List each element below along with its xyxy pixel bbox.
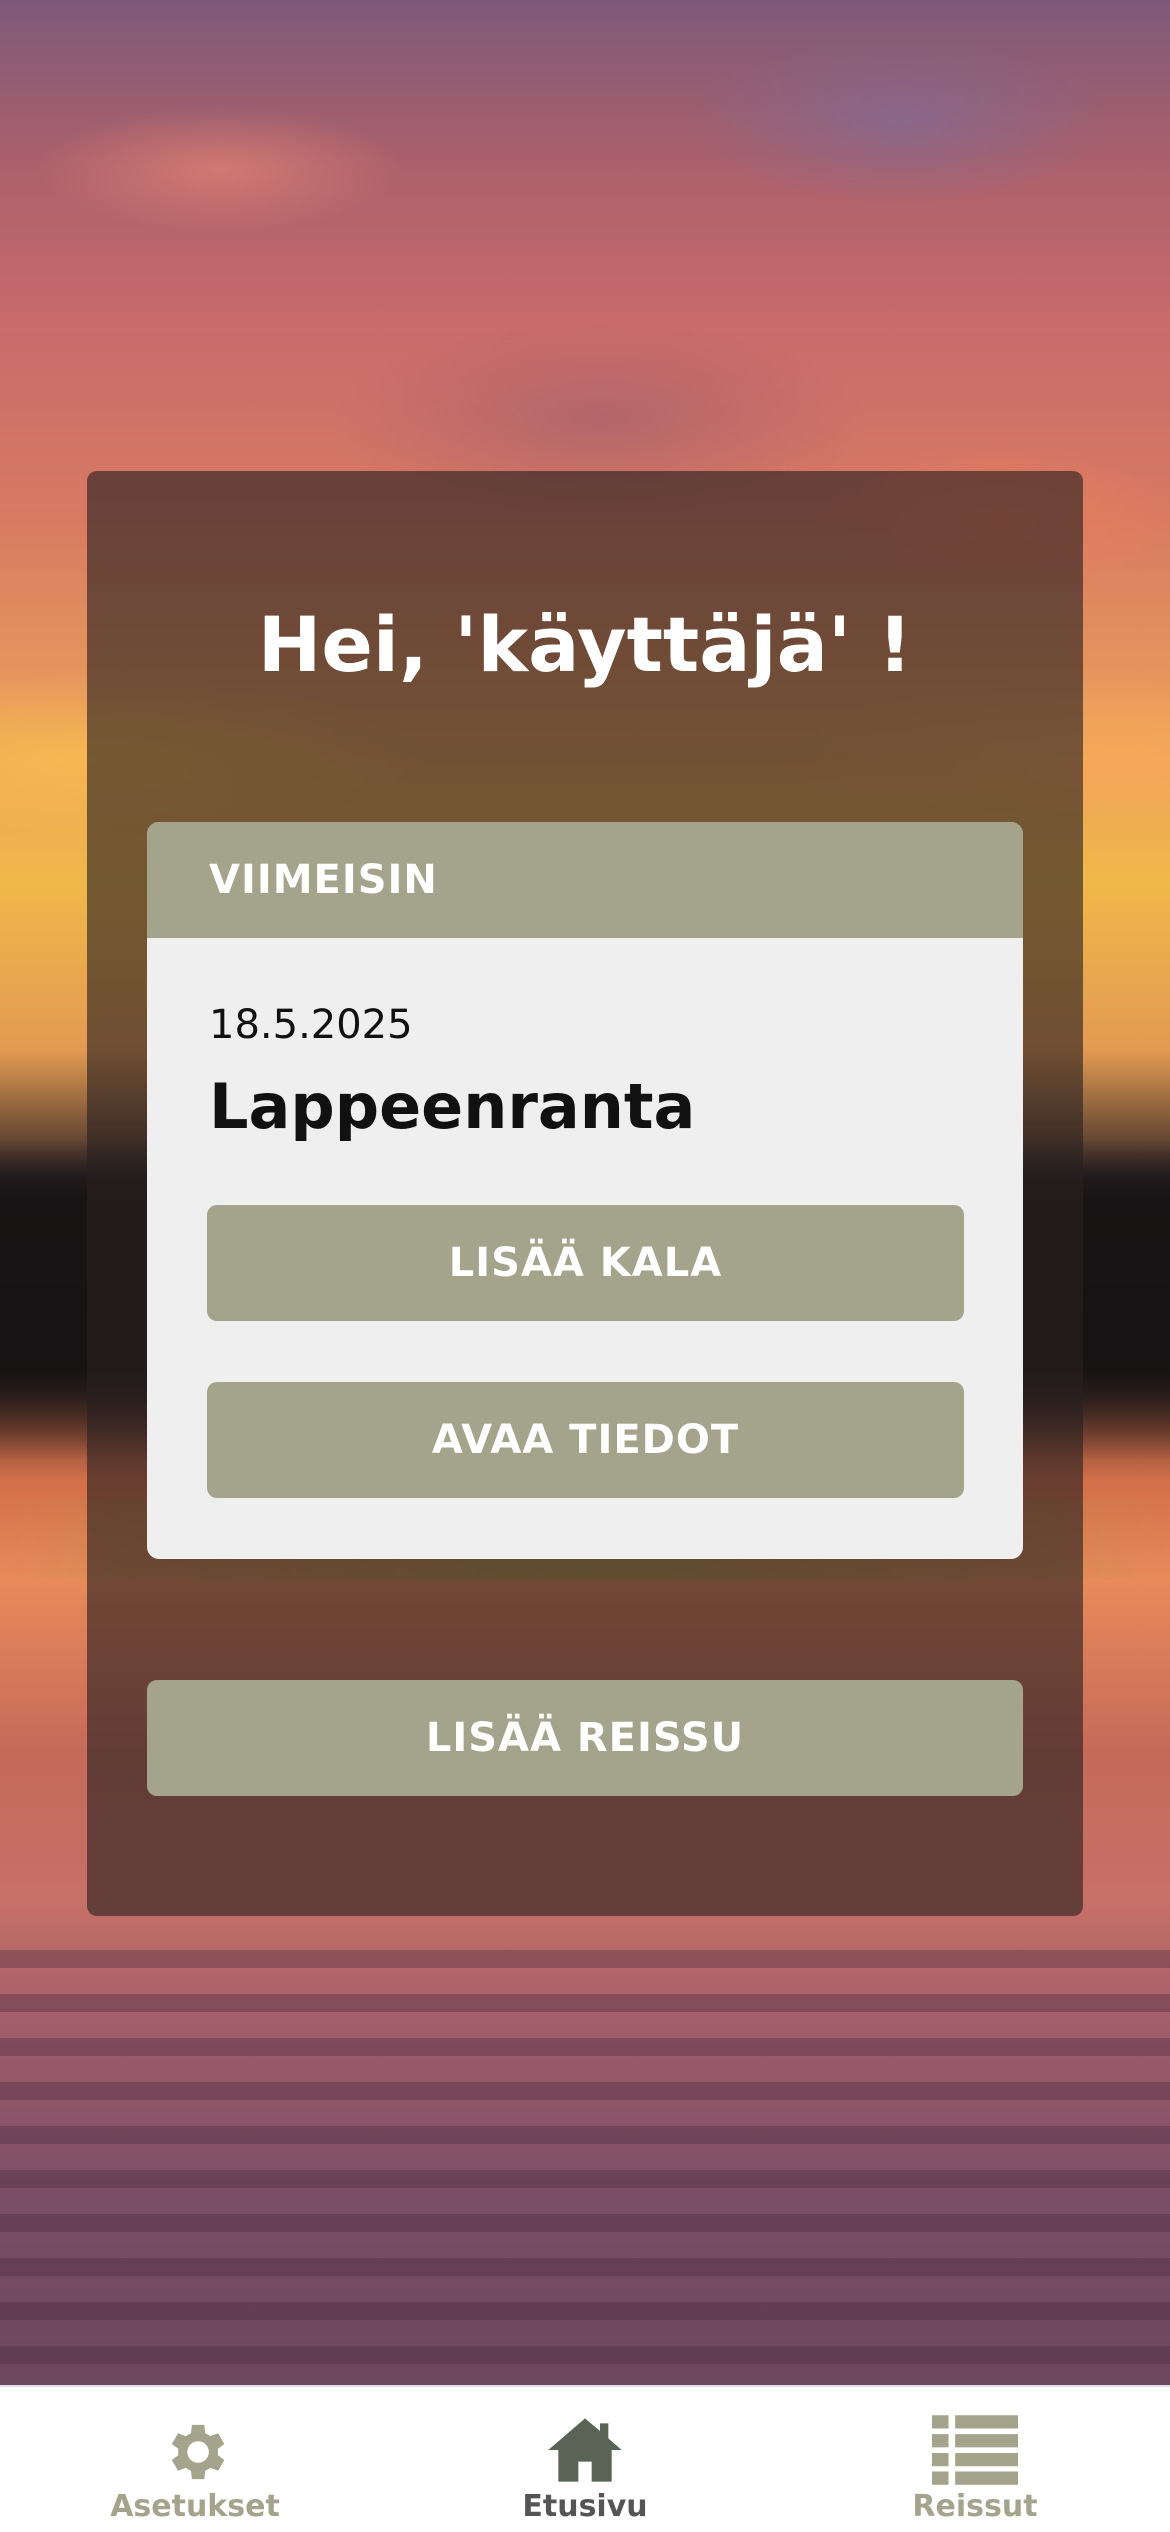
- add-fish-button[interactable]: LISÄÄ KALA: [207, 1205, 964, 1321]
- greeting-title: Hei, 'käyttäjä' !: [257, 600, 913, 689]
- nav-label-home: Etusivu: [522, 2489, 648, 2524]
- add-trip-button[interactable]: LISÄÄ REISSU: [147, 1680, 1023, 1796]
- latest-trip-card: VIIMEISIN 18.5.2025 Lappeenranta LISÄÄ K…: [147, 822, 1023, 1559]
- open-details-button[interactable]: AVAA TIEDOT: [207, 1382, 964, 1498]
- nav-item-trips[interactable]: Reissut: [845, 2387, 1105, 2532]
- list-icon: [932, 2415, 1018, 2489]
- bottom-nav: Asetukset Etusivu Reissut: [0, 2385, 1170, 2532]
- gear-icon: [158, 2415, 232, 2493]
- nav-label-settings: Asetukset: [110, 2489, 280, 2524]
- nav-item-settings[interactable]: Asetukset: [65, 2387, 325, 2532]
- trip-date: 18.5.2025: [209, 1002, 413, 1048]
- nav-label-trips: Reissut: [912, 2489, 1038, 2524]
- card-header: VIIMEISIN: [147, 822, 1023, 938]
- nav-item-home[interactable]: Etusivu: [455, 2387, 715, 2532]
- water-ripples: [0, 1950, 1170, 2370]
- trip-location: Lappeenranta: [209, 1070, 696, 1143]
- home-icon: [545, 2415, 625, 2489]
